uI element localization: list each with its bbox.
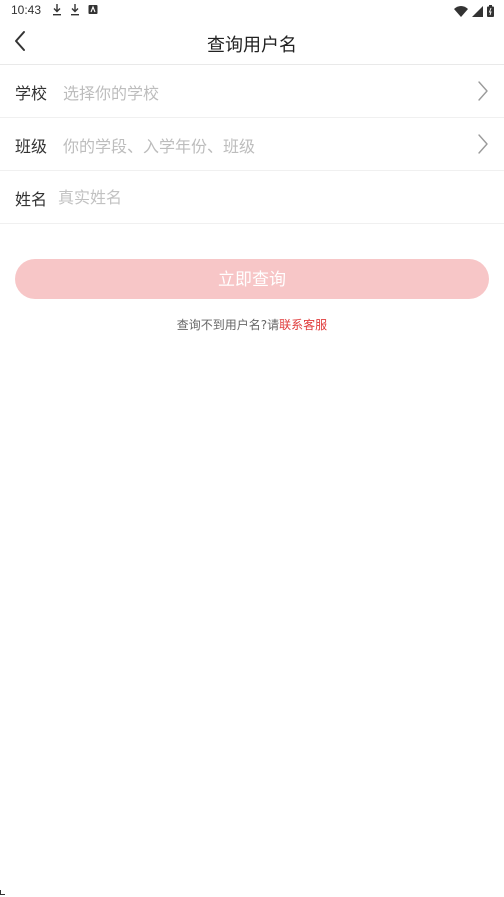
query-submit-button[interactable]: 立即查询	[15, 259, 489, 299]
school-select[interactable]: 选择你的学校	[63, 80, 159, 104]
wifi-icon	[454, 2, 468, 21]
page-title: 查询用户名	[207, 35, 297, 56]
chevron-right-icon	[477, 133, 489, 155]
notification-icon	[88, 4, 98, 16]
class-label: 班级	[15, 137, 48, 156]
signal-icon	[472, 2, 483, 21]
school-label: 学校	[15, 84, 48, 103]
name-input[interactable]	[58, 186, 458, 208]
status-bar: 10:43	[0, 0, 504, 22]
download-icon	[52, 4, 62, 16]
class-select[interactable]: 你的学段、入学年份、班级	[63, 133, 255, 157]
corner-mark	[0, 890, 5, 895]
status-right-icons	[454, 4, 494, 18]
name-row: 姓名	[0, 171, 504, 224]
help-text: 查询不到用户名?请	[176, 318, 280, 332]
download-icon	[70, 4, 80, 16]
status-time: 10:43	[11, 3, 42, 17]
chevron-right-icon	[477, 80, 489, 102]
battery-icon	[487, 2, 494, 21]
header: 查询用户名	[0, 22, 504, 65]
help-line: 查询不到用户名?请联系客服	[0, 316, 504, 333]
school-row[interactable]: 学校 选择你的学校	[0, 65, 504, 118]
class-row[interactable]: 班级 你的学段、入学年份、班级	[0, 118, 504, 171]
contact-support-link[interactable]: 联系客服	[279, 318, 327, 332]
name-label: 姓名	[15, 190, 48, 209]
